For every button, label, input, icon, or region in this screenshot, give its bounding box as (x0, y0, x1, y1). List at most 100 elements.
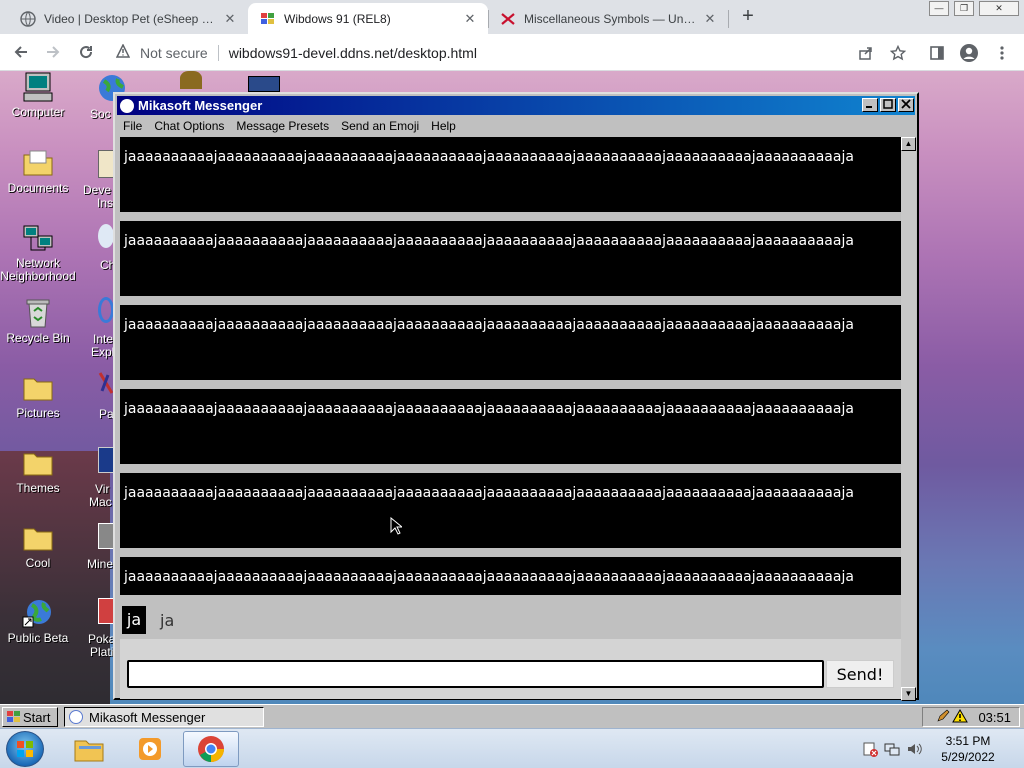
file-explorer-pin-icon[interactable] (61, 731, 117, 767)
close-window-button[interactable]: ✕ (979, 1, 1019, 16)
action-center-icon[interactable] (862, 741, 878, 760)
menu-file[interactable]: File (117, 119, 148, 133)
tab-desktop-pet[interactable]: Video | Desktop Pet (eSheep 64b ✕ (8, 3, 248, 34)
message-separator (120, 380, 901, 389)
chat-message: jaaaaaaaaaajaaaaaaaaaajaaaaaaaaaajaaaaaa… (120, 137, 901, 212)
warning-tray-icon[interactable] (952, 708, 969, 726)
window-title: Mikasoft Messenger (138, 98, 263, 113)
keyboard-icon[interactable] (248, 76, 280, 92)
window-maximize-button[interactable] (880, 98, 896, 112)
desktop-icon-label: Cool (25, 556, 51, 570)
chat-icon[interactable] (98, 224, 114, 248)
system-tray (862, 741, 922, 760)
taskbar-item-messenger[interactable]: Mikasoft Messenger (64, 707, 264, 727)
browser-toolbar: Not secure wibdows91-devel.ddns.net/desk… (0, 34, 1024, 71)
desktop-icon-label: Pictures (16, 406, 60, 420)
omnibox-divider (217, 44, 219, 61)
scroll-up-arrow-icon[interactable]: ▲ (901, 137, 916, 151)
desktop-icon-label: Network Neighborhood (0, 256, 76, 283)
menu-chat-options[interactable]: Chat Options (148, 119, 230, 133)
menu-kebab-icon[interactable] (991, 42, 1013, 64)
new-tab-button[interactable]: + (738, 5, 758, 29)
minimize-button[interactable]: — (929, 1, 949, 16)
desktop-icon-pictures[interactable]: Pictures (0, 372, 76, 420)
desktop-icon-cool[interactable]: Cool (0, 522, 76, 570)
desktop-icon-computer[interactable]: Computer (0, 71, 76, 119)
menu-message-presets[interactable]: Message Presets (230, 119, 335, 133)
pencil-icon[interactable] (936, 709, 950, 726)
side-panel-icon[interactable] (926, 42, 948, 64)
folder-icon (22, 447, 54, 479)
profile-avatar[interactable] (958, 42, 980, 64)
share-icon[interactable] (855, 42, 877, 64)
message-input[interactable] (127, 660, 824, 688)
globe-shortcut-icon (22, 597, 54, 629)
network-icon (22, 222, 54, 254)
start-logo-icon (7, 711, 21, 723)
paint-icon[interactable] (98, 371, 114, 397)
installer-icon[interactable] (98, 150, 114, 178)
minesweeper-icon[interactable] (98, 523, 114, 549)
tab-close-icon[interactable]: ✕ (702, 11, 718, 27)
security-label: Not secure (140, 44, 208, 61)
online-user-row: ja ja (120, 603, 901, 635)
chat-message: jaaaaaaaaaajaaaaaaaaaajaaaaaaaaaajaaaaaa… (120, 473, 901, 548)
url-text[interactable]: wibdows91-devel.ddns.net/desktop.html (229, 45, 477, 61)
documents-folder-icon (22, 147, 54, 179)
tab-title: Wibdows 91 (REL8) (284, 11, 391, 26)
partial-label: Ins (97, 196, 114, 210)
desktop-icon-themes[interactable]: Themes (0, 447, 76, 495)
chat-scrollbar[interactable]: ▲ ▼ (901, 137, 916, 701)
tab-misc-symbols[interactable]: Miscellaneous Symbols — Unico ✕ (488, 3, 728, 34)
reload-button[interactable] (73, 40, 99, 64)
warning-icon[interactable] (115, 43, 136, 61)
messenger-titlebar[interactable]: Mikasoft Messenger (117, 96, 915, 115)
desktop-icon-recycle-bin[interactable]: Recycle Bin (0, 297, 76, 345)
pet-icon[interactable] (180, 71, 202, 89)
desktop-icon-network[interactable]: Network Neighborhood (0, 222, 76, 283)
back-button[interactable] (8, 40, 34, 64)
unicode-x-icon (500, 11, 516, 27)
volume-icon[interactable] (906, 741, 922, 760)
forward-button[interactable] (40, 40, 66, 64)
message-separator (120, 548, 901, 557)
messenger-menubar: File Chat Options Message Presets Send a… (117, 116, 915, 136)
user-name: ja (160, 611, 175, 630)
window-close-button[interactable] (898, 98, 914, 112)
start-button[interactable]: Start (2, 707, 58, 727)
network-icon[interactable] (884, 741, 900, 760)
recycle-bin-icon (22, 297, 54, 329)
window-minimize-button[interactable] (862, 98, 878, 112)
menu-help[interactable]: Help (425, 119, 462, 133)
user-avatar[interactable]: ja (122, 606, 146, 634)
folder-icon (22, 522, 54, 554)
send-button[interactable]: Send! (826, 660, 894, 688)
menu-send-emoji[interactable]: Send an Emoji (335, 119, 425, 133)
pokemon-icon[interactable] (98, 598, 114, 624)
virtual-machine-icon[interactable] (98, 447, 114, 473)
tab-close-icon[interactable]: ✕ (222, 11, 238, 27)
chat-log[interactable]: jaaaaaaaaaajaaaaaaaaaajaaaaaaaaaajaaaaaa… (120, 137, 901, 595)
restore-button[interactable]: ❐ (954, 1, 974, 16)
messenger-window: Mikasoft Messenger File Chat Options Mes… (113, 92, 919, 701)
system-clock[interactable]: 3:51 PM 5/29/2022 (928, 733, 1008, 765)
desktop-icon-public-beta[interactable]: Public Beta (0, 597, 76, 645)
desktop-icon-label: Themes (16, 481, 60, 495)
windows-start-orb-icon[interactable] (6, 731, 44, 767)
clock-date: 5/29/2022 (941, 750, 995, 764)
internet-explorer-icon[interactable] (98, 297, 114, 323)
address-bar[interactable]: Not secure wibdows91-devel.ddns.net/desk… (108, 38, 888, 67)
chrome-pin-icon[interactable] (183, 731, 239, 767)
compose-area: Send! (120, 639, 901, 699)
partial-label: Plati (90, 645, 114, 659)
os-taskbar: 3:51 PM 5/29/2022 (0, 728, 1024, 768)
scroll-down-arrow-icon[interactable]: ▼ (901, 687, 916, 701)
tab-close-icon[interactable]: ✕ (462, 11, 478, 27)
partial-label: Pa (99, 407, 114, 421)
wibdows-desktop: Computer Documents Network Neighborhood … (0, 71, 1024, 728)
tab-wibdows91[interactable]: Wibdows 91 (REL8) ✕ (248, 3, 488, 34)
media-player-pin-icon[interactable] (122, 731, 178, 767)
bookmark-star-icon[interactable] (887, 42, 909, 64)
desktop-icon-documents[interactable]: Documents (0, 147, 76, 195)
desktop-icon-label: Documents (7, 181, 69, 195)
